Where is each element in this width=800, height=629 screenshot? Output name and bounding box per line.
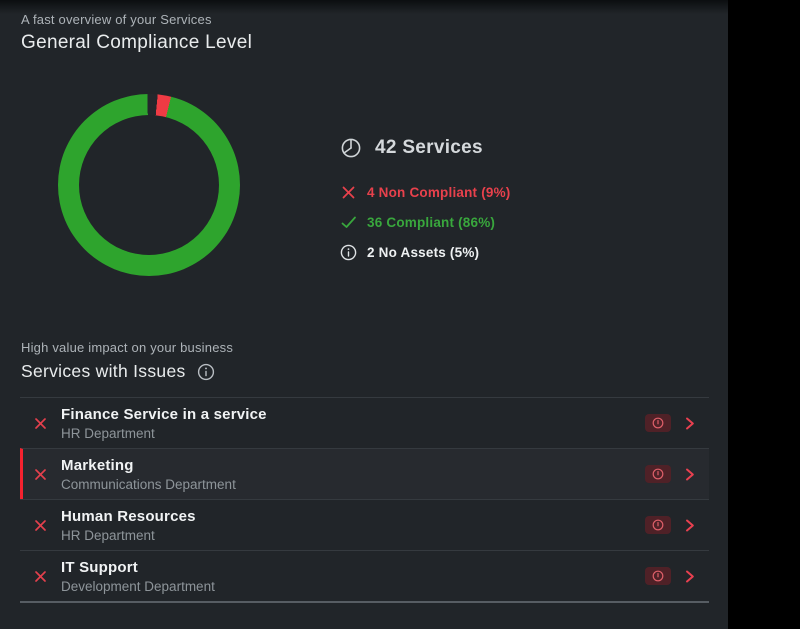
chevron-right-icon[interactable] (682, 467, 697, 482)
stat-compliant-label: 36 Compliant (86%) (367, 215, 495, 230)
service-name: Marketing (61, 457, 236, 474)
service-department: HR Department (61, 528, 196, 543)
service-row-it-support[interactable]: IT Support Development Department (20, 550, 709, 601)
service-department: HR Department (61, 426, 267, 441)
service-department: Development Department (61, 579, 215, 594)
check-icon (340, 214, 357, 231)
alert-icon (652, 570, 664, 582)
stat-no-assets: 2 No Assets (5%) (340, 237, 511, 267)
header-subtitle: A fast overview of your Services (21, 12, 252, 27)
service-name: Human Resources (61, 508, 196, 525)
x-icon (33, 467, 48, 482)
issues-list: Finance Service in a service HR Departme… (20, 397, 709, 603)
alert-badge (645, 465, 671, 483)
x-icon (340, 184, 357, 201)
pie-chart-icon (340, 137, 362, 159)
alert-badge (645, 567, 671, 585)
x-icon (33, 569, 48, 584)
service-row-finance[interactable]: Finance Service in a service HR Departme… (20, 397, 709, 448)
chevron-right-icon[interactable] (682, 518, 697, 533)
issues-subtitle: High value impact on your business (21, 340, 233, 355)
stat-no-assets-label: 2 No Assets (5%) (367, 245, 479, 260)
chevron-right-icon[interactable] (682, 569, 697, 584)
stat-compliant: 36 Compliant (86%) (340, 207, 511, 237)
chevron-right-icon[interactable] (682, 416, 697, 431)
x-icon (33, 518, 48, 533)
total-services-row: 42 Services (340, 137, 511, 159)
issues-title: Services with Issues (21, 361, 186, 382)
service-department: Communications Department (61, 477, 236, 492)
compliance-overview-panel: A fast overview of your Services General… (0, 0, 728, 629)
alert-icon (652, 519, 664, 531)
alert-badge (645, 516, 671, 534)
compliance-stats: 42 Services 4 Non Compliant (9%) 36 Comp… (340, 137, 511, 267)
info-icon[interactable] (197, 363, 215, 381)
stat-non-compliant: 4 Non Compliant (9%) (340, 177, 511, 207)
alert-icon (652, 468, 664, 480)
service-row-human-resources[interactable]: Human Resources HR Department (20, 499, 709, 550)
page-header: A fast overview of your Services General… (21, 12, 252, 54)
service-name: IT Support (61, 559, 215, 576)
stat-non-compliant-label: 4 Non Compliant (9%) (367, 185, 511, 200)
compliance-donut-chart[interactable] (58, 94, 240, 276)
list-end-divider (20, 601, 709, 603)
alert-icon (652, 417, 664, 429)
service-row-marketing[interactable]: Marketing Communications Department (20, 448, 709, 499)
page-title: General Compliance Level (21, 32, 252, 54)
issues-section-header: High value impact on your business Servi… (21, 340, 233, 382)
info-icon (340, 244, 357, 261)
service-name: Finance Service in a service (61, 406, 267, 423)
alert-badge (645, 414, 671, 432)
x-icon (33, 416, 48, 431)
total-services-label: 42 Services (375, 137, 483, 159)
